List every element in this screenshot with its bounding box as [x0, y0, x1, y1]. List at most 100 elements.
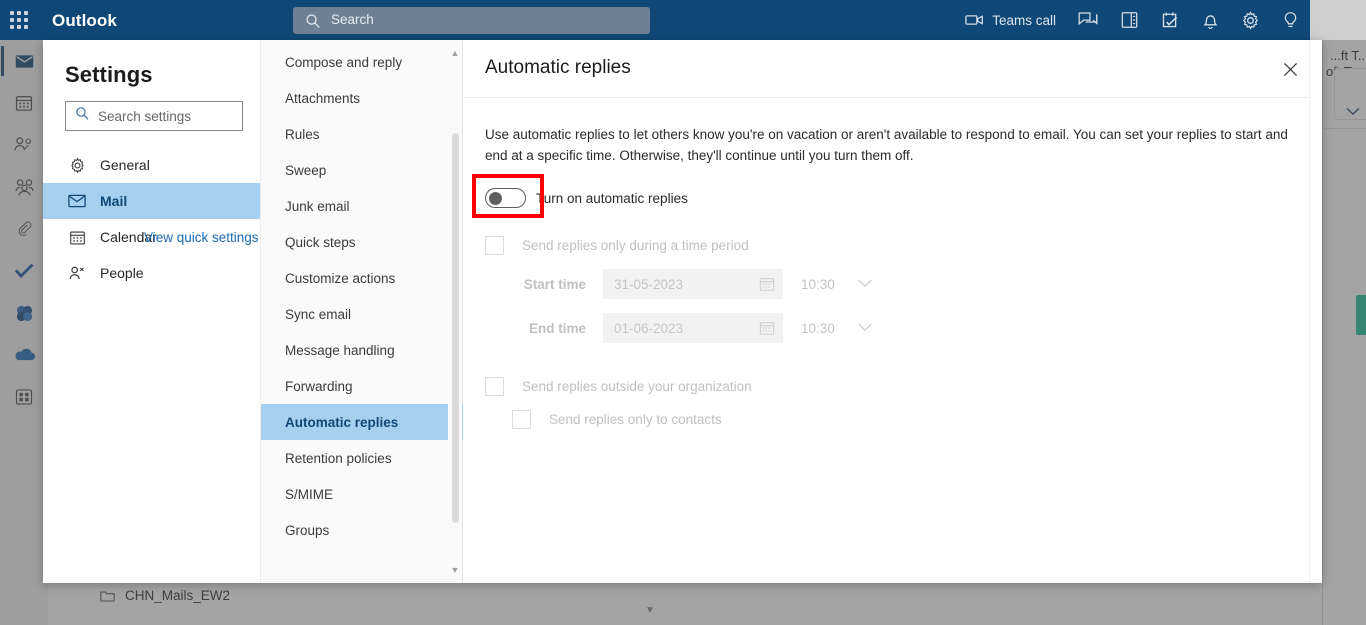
category-rules[interactable]: Rules — [261, 116, 464, 152]
contacts-only-checkbox-label: Send replies only to contacts — [549, 412, 722, 427]
calendar-icon[interactable] — [759, 320, 775, 336]
category-groups[interactable]: Groups — [261, 512, 464, 548]
time-period-checkbox-row[interactable]: Send replies only during a time period — [485, 236, 1300, 255]
start-date-input[interactable]: 31-05-2023 — [603, 269, 783, 299]
settings-detail-panel: Automatic replies Use automatic replies … — [463, 40, 1322, 583]
time-period-checkbox[interactable] — [485, 236, 504, 255]
close-button[interactable] — [1275, 54, 1305, 84]
category-compose-and-reply[interactable]: Compose and reply — [261, 44, 464, 80]
chevron-down-icon — [858, 323, 872, 331]
bell-icon — [1203, 14, 1218, 29]
category-label: Message handling — [285, 342, 395, 358]
end-time-value[interactable]: 10:30 — [801, 321, 857, 336]
category-sweep[interactable]: Sweep — [261, 152, 464, 188]
tasks-button[interactable] — [1150, 0, 1191, 40]
start-time-label: Start time — [523, 276, 586, 292]
end-date-input[interactable]: 01-06-2023 — [603, 313, 783, 343]
categories-scroll-thumb[interactable] — [452, 133, 459, 523]
end-date-value: 01-06-2023 — [614, 320, 684, 336]
contacts-only-checkbox[interactable] — [512, 410, 531, 429]
category-sync-email[interactable]: Sync email — [261, 296, 464, 332]
search-input[interactable]: Search — [293, 7, 650, 34]
category-smime[interactable]: S/MIME — [261, 476, 464, 512]
category-label: Rules — [285, 126, 320, 142]
sidebar-item-general[interactable]: General — [43, 147, 260, 183]
triangle-down-icon[interactable]: ▼ — [450, 565, 460, 575]
time-period-checkbox-label: Send replies only during a time period — [522, 238, 749, 253]
sidebar-item-people[interactable]: People — [43, 255, 260, 291]
outside-org-checkbox-row[interactable]: Send replies outside your organization — [485, 377, 1300, 396]
settings-title: Settings — [65, 62, 153, 87]
category-label: Quick steps — [285, 234, 356, 250]
category-retention-policies[interactable]: Retention policies — [261, 440, 464, 476]
sidebar-item-mail[interactable]: Mail — [43, 183, 260, 219]
calendar-icon[interactable] — [759, 276, 775, 292]
category-attachments[interactable]: Attachments — [261, 80, 464, 116]
category-label: Attachments — [285, 90, 361, 106]
category-junk-email[interactable]: Junk email — [261, 188, 464, 224]
video-camera-icon — [965, 15, 984, 25]
triangle-up-icon[interactable]: ▲ — [450, 48, 460, 58]
end-time-dropdown[interactable] — [857, 319, 873, 337]
settings-categories-list: Compose and reply Attachments Rules Swee… — [261, 44, 464, 548]
person-icon — [68, 265, 86, 282]
categories-scrollbar[interactable]: ▲ ▼ — [448, 40, 462, 583]
search-placeholder: Search — [331, 12, 374, 27]
detail-panel-header: Automatic replies — [463, 40, 1322, 98]
end-time-row: End time 01-06-2023 10:30 — [485, 313, 1300, 343]
end-time-label: End time — [528, 320, 586, 336]
settings-nav-column: Settings Search settings General Mail Ca… — [43, 40, 260, 583]
category-label: Customize actions — [285, 270, 396, 286]
category-quick-steps[interactable]: Quick steps — [261, 224, 464, 260]
start-time-row: Start time 31-05-2023 10:30 — [485, 269, 1300, 299]
page-title: Automatic replies — [485, 57, 631, 78]
outside-org-checkbox-label: Send replies outside your organization — [522, 379, 752, 394]
category-label: Retention policies — [285, 450, 392, 466]
top-bar-avatar-area[interactable] — [1310, 0, 1366, 40]
settings-search-input[interactable]: Search settings — [65, 101, 243, 131]
chat-button[interactable] — [1067, 0, 1109, 40]
start-time-dropdown[interactable] — [857, 275, 873, 293]
category-label: Sync email — [285, 306, 352, 322]
start-time-value[interactable]: 10:30 — [801, 277, 857, 292]
category-automatic-replies[interactable]: Automatic replies — [261, 404, 464, 440]
app-launcher-icon[interactable] — [10, 11, 28, 29]
search-icon — [75, 106, 90, 126]
sidebar-item-label: General — [100, 157, 150, 173]
category-label: Sweep — [285, 162, 327, 178]
toggle-knob — [489, 192, 502, 205]
notifications-button[interactable] — [1191, 0, 1230, 40]
detail-panel-scrollbar[interactable] — [1310, 40, 1322, 583]
category-label: Forwarding — [285, 378, 353, 394]
contacts-only-checkbox-row[interactable]: Send replies only to contacts — [485, 410, 1300, 429]
brand-title: Outlook — [52, 11, 117, 30]
category-label: Junk email — [285, 198, 350, 214]
settings-dialog: Settings Search settings General Mail Ca… — [43, 40, 1322, 583]
contact-card-icon — [1121, 12, 1138, 28]
automatic-replies-toggle[interactable] — [485, 188, 526, 208]
tasks-icon — [1162, 12, 1178, 27]
top-bar-actions: Teams call — [954, 0, 1310, 40]
description-text: Use automatic replies to let others know… — [485, 127, 1288, 163]
settings-categories-column: Compose and reply Attachments Rules Swee… — [260, 40, 464, 583]
category-customize-actions[interactable]: Customize actions — [261, 260, 464, 296]
view-quick-settings-link[interactable]: View quick settings — [144, 230, 259, 245]
outside-org-checkbox[interactable] — [485, 377, 504, 396]
sidebar-item-label: Mail — [100, 193, 128, 209]
teams-call-button[interactable]: Teams call — [954, 0, 1067, 40]
detail-panel-body: Use automatic replies to let others know… — [463, 98, 1322, 429]
contact-card-button[interactable] — [1109, 0, 1150, 40]
category-forwarding[interactable]: Forwarding — [261, 368, 464, 404]
help-button[interactable] — [1271, 0, 1310, 40]
search-icon — [305, 13, 321, 34]
chat-icon — [1078, 12, 1098, 26]
settings-search-placeholder: Search settings — [98, 108, 192, 124]
chevron-down-icon — [858, 279, 872, 287]
gear-icon — [68, 156, 86, 174]
automatic-replies-toggle-label: Turn on automatic replies — [536, 190, 688, 206]
category-label: Compose and reply — [285, 54, 403, 70]
gear-icon — [1243, 10, 1258, 30]
category-message-handling[interactable]: Message handling — [261, 332, 464, 368]
sidebar-item-label: People — [100, 265, 144, 281]
settings-gear-button[interactable] — [1230, 0, 1271, 40]
